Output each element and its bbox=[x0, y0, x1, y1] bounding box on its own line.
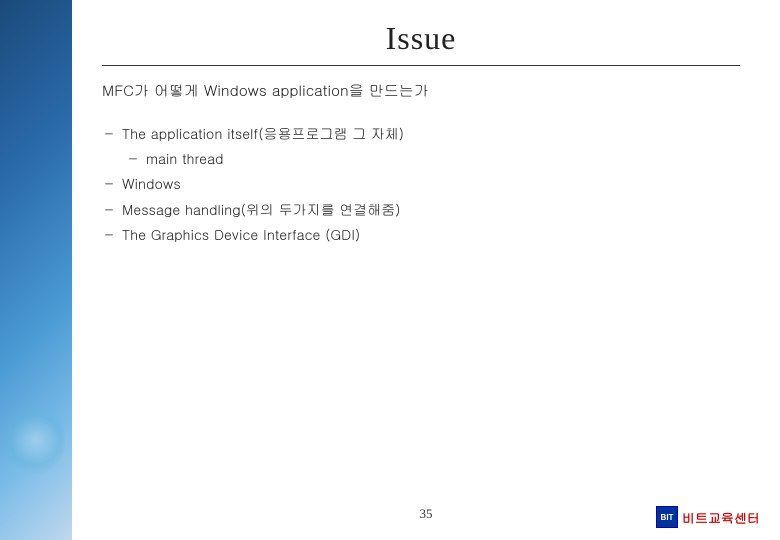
list-item-3: Message handling(위의 두가지를 연결해줌) bbox=[122, 197, 740, 222]
sub-item-main-thread: main thread bbox=[122, 146, 740, 171]
slide-title: Issue bbox=[102, 20, 740, 57]
branding-label: 비트교육센터 bbox=[682, 508, 760, 527]
branding-logo: BIT bbox=[656, 506, 678, 528]
slide-subtitle: MFC가 어떻게 Windows application을 만드는가 bbox=[102, 80, 740, 101]
title-section: Issue bbox=[102, 20, 740, 57]
branding-area: BIT 비트교육센터 bbox=[656, 506, 760, 528]
logo-text: BIT bbox=[661, 513, 674, 522]
panel-circle-decoration bbox=[5, 400, 65, 480]
content-list: The application itself(응용프로그램 그 자체) main… bbox=[102, 121, 740, 247]
list-item-1: The application itself(응용프로그램 그 자체) main… bbox=[122, 121, 740, 171]
left-decorative-panel bbox=[0, 0, 72, 540]
page-number: 35 bbox=[420, 506, 433, 522]
main-content-area: Issue MFC가 어떻게 Windows application을 만드는가… bbox=[72, 0, 780, 540]
title-divider bbox=[102, 65, 740, 66]
list-item-2: Windows bbox=[122, 171, 740, 196]
list-item-4: The Graphics Device Interface (GDI) bbox=[122, 222, 740, 247]
